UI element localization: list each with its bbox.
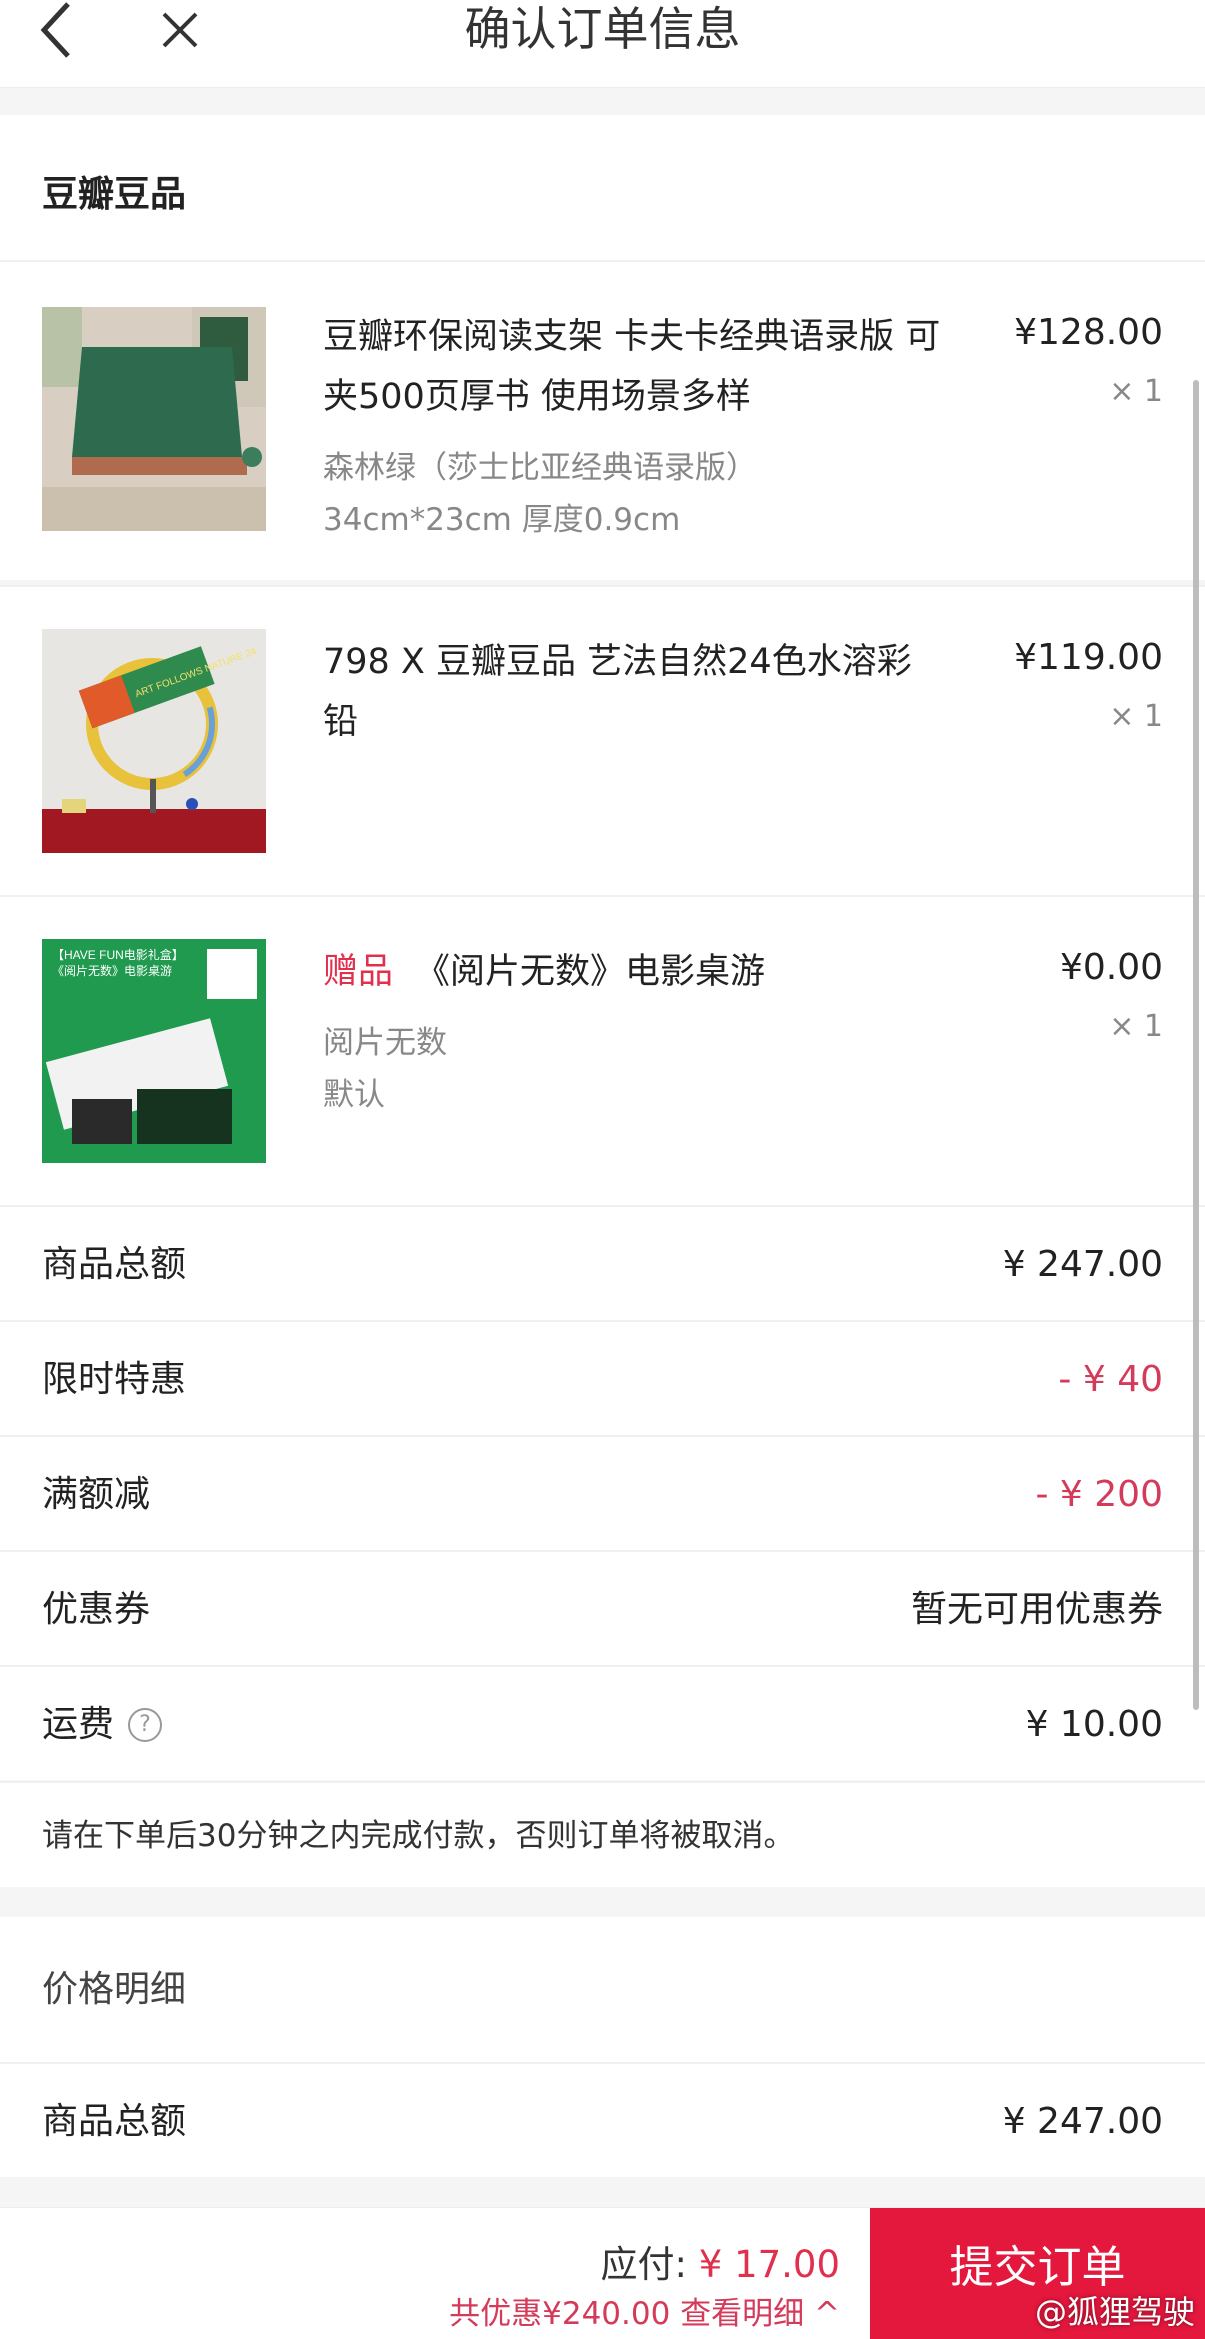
shop-name: 豆瓣豆品: [42, 174, 187, 215]
summary-shipping: 运费 ? ¥ 10.00: [0, 1665, 1205, 1780]
price-detail-header: 价格明细: [0, 1917, 1205, 2062]
price-detail-title: 价格明细: [42, 1969, 187, 2010]
item-price: ¥0.00: [1059, 947, 1163, 988]
order-item[interactable]: 豆瓣环保阅读支架 卡夫卡经典语录版 可夹500页厚书 使用场景多样 ¥128.0…: [0, 260, 1205, 580]
order-item-gift[interactable]: 【HAVE FUN电影礼盒】 《阅片无数》电影桌游 赠品 《阅片无数》电影桌游 ¥…: [0, 895, 1205, 1205]
product-image-pencils: ART FOLLOWS NATURE 24: [42, 629, 266, 853]
scrollbar[interactable]: [1193, 380, 1199, 1710]
item-spec-default: 默认: [323, 1077, 385, 1113]
shipping-value: ¥ 10.00: [1025, 1704, 1163, 1745]
item-title: 豆瓣环保阅读支架 卡夫卡经典语录版 可夹500页厚书 使用场景多样: [323, 317, 941, 417]
item-title-row: 赠品 《阅片无数》电影桌游: [323, 942, 943, 1002]
item-price: ¥119.00: [1014, 637, 1163, 678]
limited-offer-value: - ¥ 40: [1058, 1359, 1163, 1400]
price-detail-goods-total: 商品总额 ¥ 247.00: [0, 2062, 1205, 2177]
game-box-label-1: 【HAVE FUN电影礼盒】: [52, 947, 184, 962]
summary-goods-total: 商品总额 ¥ 247.00: [0, 1205, 1205, 1320]
shop-header: 豆瓣豆品: [0, 115, 1205, 260]
summary-full-reduction: 满额减 - ¥ 200: [0, 1435, 1205, 1550]
item-quantity: × 1: [1109, 374, 1163, 409]
view-savings-detail-link[interactable]: 共优惠¥240.00 查看明细 ^: [449, 2288, 840, 2333]
watermark: @狐狸驾驶: [1034, 2293, 1195, 2331]
amount-due-label: 应付:: [600, 2243, 687, 2286]
summary-coupon[interactable]: 优惠券 暂无可用优惠券: [0, 1550, 1205, 1665]
product-image-board-game: 【HAVE FUN电影礼盒】 《阅片无数》电影桌游: [42, 939, 266, 1163]
detail-goods-total-label: 商品总额: [42, 2101, 187, 2142]
shipping-label: 运费: [42, 1704, 115, 1745]
product-image-book-stand: [42, 307, 266, 531]
item-spec-name: 阅片无数: [323, 1025, 447, 1061]
item-price: ¥128.00: [1014, 312, 1163, 353]
item-quantity: × 1: [1109, 699, 1163, 734]
amount-due: 应付: ¥ 17.00: [601, 2234, 840, 2288]
help-icon[interactable]: ?: [128, 1707, 163, 1742]
coupon-label: 优惠券: [42, 1589, 151, 1630]
item-quantity: × 1: [1109, 1009, 1163, 1044]
goods-total-label: 商品总额: [42, 1244, 187, 1285]
item-spec-color: 森林绿（莎士比亚经典语录版）: [323, 450, 757, 486]
detail-goods-total-value: ¥ 247.00: [1002, 2101, 1163, 2142]
full-reduction-label: 满额减: [42, 1474, 151, 1515]
item-title: 798 X 豆瓣豆品 艺法自然24色水溶彩铅: [323, 642, 912, 742]
amount-due-value: ¥ 17.00: [698, 2243, 840, 2286]
coupon-value: 暂无可用优惠券: [910, 1589, 1163, 1630]
shipping-label-wrap: 运费 ?: [42, 1667, 163, 1782]
goods-total-value: ¥ 247.00: [1002, 1244, 1163, 1285]
gift-badge: 赠品: [323, 952, 394, 992]
game-box-label-2: 《阅片无数》电影桌游: [52, 963, 172, 978]
payment-notice-text: 请在下单后30分钟之内完成付款，否则订单将被取消。: [42, 1818, 795, 1854]
checkout-bar: 应付: ¥ 17.00 共优惠¥240.00 查看明细 ^ 提交订单 @狐狸驾驶: [0, 2207, 1205, 2339]
order-item[interactable]: ART FOLLOWS NATURE 24 798 X 豆瓣豆品 艺法自然24色…: [0, 585, 1205, 895]
item-title: 《阅片无数》电影桌游: [415, 952, 766, 992]
nav-bar: 确认订单信息: [0, 0, 1205, 88]
page-title: 确认订单信息: [464, 2, 741, 56]
limited-offer-label: 限时特惠: [42, 1359, 187, 1400]
item-spec-size: 34cm*23cm 厚度0.9cm: [323, 502, 681, 538]
full-reduction-value: - ¥ 200: [1035, 1474, 1164, 1515]
summary-limited-offer: 限时特惠 - ¥ 40: [0, 1320, 1205, 1435]
payment-notice: 请在下单后30分钟之内完成付款，否则订单将被取消。: [0, 1781, 1205, 1887]
